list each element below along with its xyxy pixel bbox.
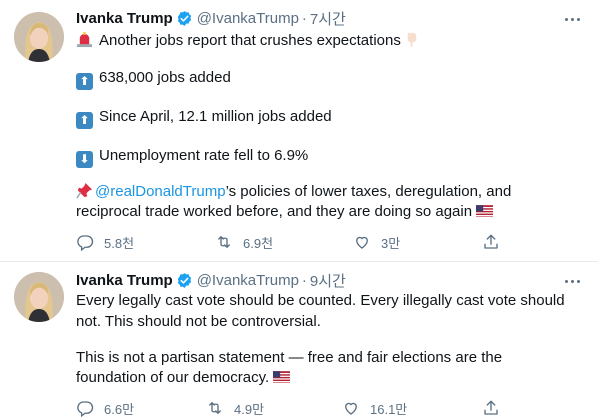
mention-link[interactable]: @realDonaldTrump [95, 183, 226, 200]
tweet-text-line: Every legally cast vote should be counte… [76, 291, 565, 311]
like-count: 3만 [381, 235, 401, 251]
timestamp[interactable]: 9시간 [310, 270, 346, 291]
retweet-count: 6.9천 [243, 235, 274, 251]
timestamp[interactable]: 7시간 [310, 8, 346, 29]
more-dot-icon [570, 17, 574, 21]
display-name[interactable]: Ivanka Trump [76, 272, 173, 289]
tweet-text-line: foundation of our democracy. [76, 368, 291, 388]
tweet-text: This is not a partisan statement — free … [76, 349, 503, 366]
avatar-image [14, 12, 64, 62]
tweet-text-line: Another jobs report that crushes expecta… [76, 31, 420, 51]
tweet-text: foundation of our democracy. [76, 369, 270, 386]
like-button[interactable]: 16.1만 [342, 398, 407, 418]
tweet-text: Another jobs report that crushes expecta… [99, 32, 401, 49]
like-button[interactable]: 3만 [353, 232, 400, 252]
heart-icon [356, 236, 368, 249]
share-button[interactable] [482, 398, 510, 418]
more-options-button[interactable] [560, 9, 584, 29]
tweet-actions: 5.8천 6.9천 3만 [76, 232, 516, 252]
tweet-text-line: ⬆ 638,000 jobs added [76, 68, 231, 90]
arrow-up-emoji: ⬆ [76, 111, 93, 129]
display-name[interactable]: Ivanka Trump [76, 10, 173, 27]
tweet-text: 638,000 jobs added [99, 69, 231, 86]
tweet-text: reciprocal trade worked before, and they… [76, 203, 473, 220]
tweet-2[interactable]: Ivanka Trump @IvankaTrump · 9시간 Every le… [0, 262, 598, 419]
tweet-text-line: @realDonaldTrump’s policies of lower tax… [76, 182, 511, 202]
rotating-light-emoji [76, 31, 93, 48]
pointing-down-emoji [407, 32, 417, 47]
tweet-header: Ivanka Trump @IvankaTrump · 9시간 [76, 269, 346, 291]
share-icon [484, 234, 498, 249]
tweet-text: not. This should not be controversial. [76, 313, 321, 330]
tweet-text: Unemployment rate fell to 6.9% [99, 147, 309, 164]
more-dot-icon [564, 17, 568, 21]
tweet-text-line: not. This should not be controversial. [76, 312, 321, 332]
reply-icon [77, 235, 94, 251]
share-icon [484, 400, 498, 415]
handle[interactable]: @IvankaTrump [197, 272, 299, 289]
retweet-button[interactable]: 4.9만 [206, 398, 264, 418]
us-flag-emoji [273, 371, 291, 383]
tweet-text-line: reciprocal trade worked before, and they… [76, 202, 494, 222]
reply-button[interactable]: 6.6만 [76, 398, 134, 418]
handle[interactable]: @IvankaTrump [197, 10, 299, 27]
reply-count: 6.6만 [104, 401, 135, 417]
heart-icon [345, 402, 357, 415]
retweet-button[interactable]: 6.9천 [215, 232, 273, 252]
tweet-header: Ivanka Trump @IvankaTrump · 7시간 [76, 7, 346, 29]
more-options-button[interactable] [560, 271, 584, 291]
reply-count: 5.8천 [104, 235, 135, 251]
more-dot-icon [570, 279, 574, 283]
avatar[interactable] [14, 272, 64, 322]
arrow-up-emoji: ⬆ [76, 72, 93, 90]
like-count: 16.1만 [370, 401, 408, 417]
separator: · [301, 271, 307, 289]
tweet-text-line: This is not a partisan statement — free … [76, 348, 502, 368]
tweet-text-line: ⬆ Since April, 12.1 million jobs added [76, 107, 332, 129]
tweet-text: Every legally cast vote should be counte… [76, 292, 565, 309]
separator: · [301, 9, 307, 27]
tweet-text-line: ⬇ Unemployment rate fell to 6.9% [76, 146, 308, 168]
us-flag-emoji [476, 205, 494, 217]
tweet-1[interactable]: Ivanka Trump @IvankaTrump · 7시간 Another … [0, 0, 598, 262]
reply-icon [77, 401, 94, 417]
retweet-count: 4.9만 [234, 401, 265, 417]
pushpin-emoji [76, 182, 93, 199]
tweet-text: ’s policies of lower taxes, deregulation… [225, 183, 512, 200]
more-dot-icon [576, 17, 580, 21]
more-dot-icon [564, 279, 568, 283]
tweet-actions: 6.6만 4.9만 16.1만 [76, 398, 516, 418]
verified-badge-icon [177, 272, 191, 288]
more-dot-icon [576, 279, 580, 283]
share-button[interactable] [482, 232, 510, 252]
reply-button[interactable]: 5.8천 [76, 232, 134, 252]
avatar[interactable] [14, 12, 64, 62]
retweet-icon [209, 402, 221, 414]
verified-badge-icon [177, 10, 191, 26]
retweet-icon [218, 236, 230, 248]
avatar-image [14, 272, 64, 322]
arrow-down-emoji: ⬇ [76, 150, 93, 168]
tweet-text: Since April, 12.1 million jobs added [99, 108, 332, 125]
